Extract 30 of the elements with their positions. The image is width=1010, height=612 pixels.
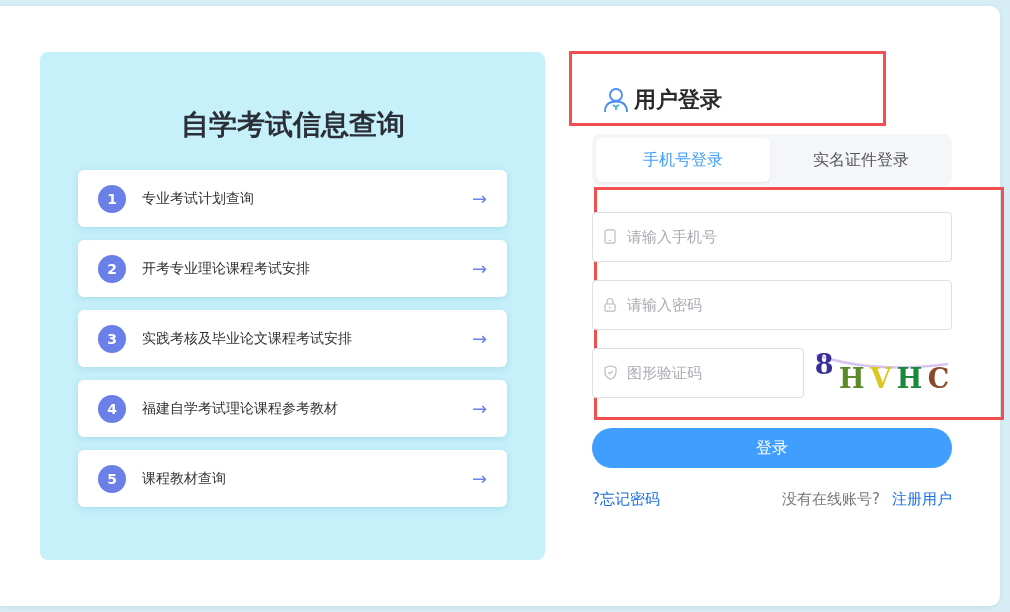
number-badge: 2 [98, 254, 126, 283]
number-badge: 5 [98, 464, 126, 493]
login-title: 用户登录 [634, 86, 722, 114]
arrow-icon: → [471, 468, 487, 489]
query-item[interactable]: 4 福建自学考试理论课程参考教材 → [78, 380, 507, 437]
no-account-text: 没有在线账号? [782, 490, 880, 509]
panel-title: 自学考试信息查询 [179, 107, 406, 143]
item-label: 开考专业理论课程考试安排 [142, 259, 311, 278]
arrow-icon: → [471, 258, 487, 279]
arrow-icon: → [471, 398, 487, 419]
query-item[interactable]: 1 专业考试计划查询 → [78, 170, 507, 227]
query-item[interactable]: 3 实践考核及毕业论文课程考试安排 → [78, 310, 507, 367]
arrow-icon: → [471, 188, 487, 209]
forgot-password-link[interactable]: ?忘记密码 [592, 490, 660, 509]
item-label: 专业考试计划查询 [142, 189, 255, 208]
number-badge: 4 [98, 394, 126, 423]
input-field[interactable]: 图形验证码 [592, 348, 804, 398]
register-link[interactable]: 注册用户 [892, 490, 952, 509]
arrow-icon: → [471, 328, 487, 349]
input-field[interactable]: 请输入手机号 [592, 212, 952, 262]
query-item[interactable]: 5 课程教材查询 → [78, 450, 507, 507]
number-badge: 1 [98, 184, 126, 213]
login-tab[interactable]: 实名证件登录 [774, 138, 948, 182]
user-icon [604, 87, 628, 113]
query-item[interactable]: 2 开考专业理论课程考试安排 → [78, 240, 507, 297]
number-badge: 3 [98, 324, 126, 353]
item-label: 课程教材查询 [142, 469, 227, 488]
item-label: 福建自学考试理论课程参考教材 [142, 399, 339, 418]
input-field[interactable]: 请输入密码 [592, 280, 952, 330]
item-label: 实践考核及毕业论文课程考试安排 [142, 329, 353, 348]
